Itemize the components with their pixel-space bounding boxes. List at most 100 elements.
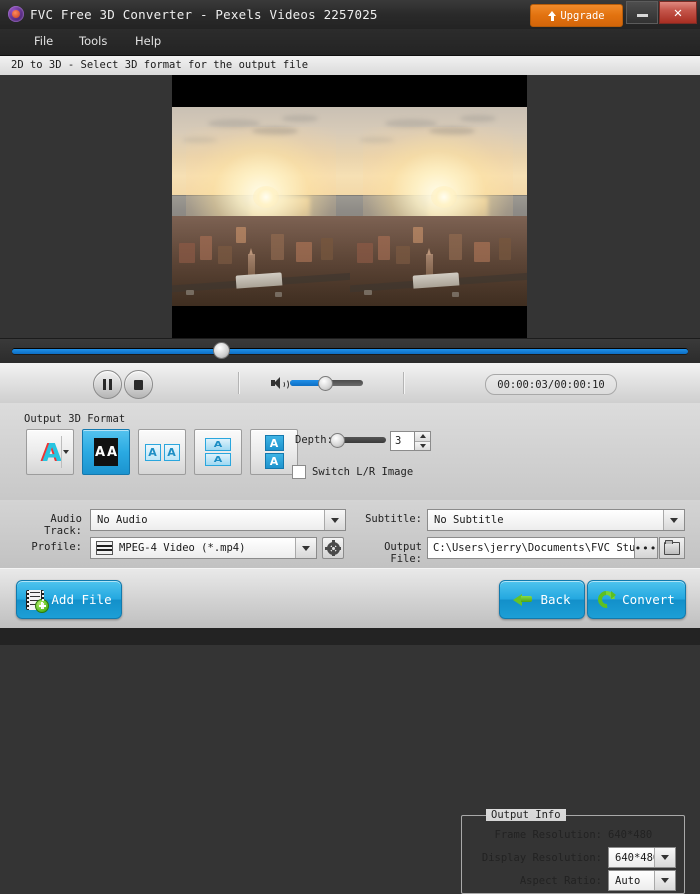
stop-icon xyxy=(134,379,143,390)
back-button[interactable]: Back xyxy=(499,580,585,619)
switch-lr-label: Switch L/R Image xyxy=(312,466,414,478)
volume-thumb[interactable] xyxy=(318,376,333,391)
add-file-label: Add File xyxy=(51,592,112,607)
side-by-side-full-icon: AA xyxy=(94,438,118,466)
browse-button[interactable]: ••• xyxy=(634,537,658,559)
minimize-icon xyxy=(636,14,648,17)
video-stage[interactable] xyxy=(172,75,527,338)
aspect-ratio-select[interactable]: Auto xyxy=(608,870,676,891)
film-strip-icon xyxy=(96,541,113,555)
stop-button[interactable] xyxy=(124,370,153,399)
output-file-value: C:\Users\jerry\Documents\FVC Studio\V xyxy=(433,542,634,554)
aspect-ratio-value: Auto xyxy=(615,874,641,887)
depth-decrement-button[interactable] xyxy=(415,440,430,450)
format-button-top-and-bottom[interactable]: AA xyxy=(250,429,298,475)
format-button-row: A AA AA AA AA xyxy=(26,429,298,475)
side-by-side-half-icon: AA xyxy=(144,443,180,461)
left-eye-frame xyxy=(172,107,350,306)
chevron-down-icon[interactable] xyxy=(63,450,69,454)
convert-label: Convert xyxy=(622,592,675,607)
open-folder-button[interactable] xyxy=(659,537,685,559)
chevron-down-icon[interactable] xyxy=(295,538,316,558)
chevron-down-icon[interactable] xyxy=(324,510,345,530)
profile-select[interactable]: MPEG-4 Video (*.mp4) xyxy=(90,537,317,559)
close-icon: ✕ xyxy=(673,4,683,21)
display-resolution-select[interactable]: 640*480 xyxy=(608,847,676,868)
menu-item-file[interactable]: File xyxy=(30,34,57,51)
seek-slider[interactable] xyxy=(12,348,688,355)
over-under-half-icon: AA xyxy=(205,438,231,466)
switch-lr-checkbox[interactable] xyxy=(292,465,306,479)
seek-fill xyxy=(12,349,688,354)
depth-thumb[interactable] xyxy=(330,433,345,448)
application-window: FVC Free 3D Converter - Pexels Videos 22… xyxy=(0,0,700,894)
profile-settings-button[interactable] xyxy=(322,537,344,559)
speaker-icon[interactable] xyxy=(271,377,289,390)
settings-area: Output 3D Format A AA AA AA A A A Depth:… xyxy=(0,403,700,894)
audio-track-select[interactable]: No Audio xyxy=(90,509,346,531)
window-footer xyxy=(0,628,700,645)
top-and-bottom-icon: AA xyxy=(264,435,284,469)
window-title: FVC Free 3D Converter - Pexels Videos 22… xyxy=(30,7,378,22)
frame-resolution-label: Frame Resolution: xyxy=(494,829,602,841)
chevron-up-icon xyxy=(419,434,426,439)
chevron-down-icon[interactable] xyxy=(654,848,675,867)
hint-bar: 2D to 3D - Select 3D format for the outp… xyxy=(0,56,700,76)
add-file-button[interactable]: Add File xyxy=(16,580,122,619)
close-button[interactable]: ✕ xyxy=(659,1,697,24)
upgrade-label: Upgrade xyxy=(560,9,605,22)
switch-lr-checkbox-row[interactable]: Switch L/R Image xyxy=(292,465,413,479)
output-file-input[interactable]: C:\Users\jerry\Documents\FVC Studio\V xyxy=(427,537,635,559)
convert-button[interactable]: Convert xyxy=(587,580,686,619)
format-button-over-under-half[interactable]: AA xyxy=(194,429,242,475)
depth-stepper xyxy=(414,431,431,451)
up-arrow-icon xyxy=(548,10,557,21)
chevron-down-icon[interactable] xyxy=(663,510,684,530)
side-by-side-frame xyxy=(172,107,527,306)
pause-button[interactable] xyxy=(93,370,122,399)
display-resolution-label: Display Resolution: xyxy=(481,852,602,864)
fvc-logo-icon xyxy=(8,6,24,22)
profile-label: Profile: xyxy=(31,541,82,553)
output-3d-format-label: Output 3D Format xyxy=(24,413,126,425)
upgrade-button[interactable]: Upgrade xyxy=(530,4,623,27)
preview-left-filler xyxy=(0,75,172,338)
menu-item-help[interactable]: Help xyxy=(131,34,165,51)
subtitle-select[interactable]: No Subtitle xyxy=(427,509,685,531)
seek-thumb[interactable] xyxy=(213,342,230,359)
folder-icon xyxy=(664,539,680,555)
output-file-label: Output File: xyxy=(384,541,422,565)
minimize-button[interactable] xyxy=(626,1,658,24)
output-info-group: Output Info Frame Resolution: 640*480 Di… xyxy=(461,809,685,894)
format-button-side-by-side-full[interactable]: AA xyxy=(82,429,130,475)
time-display: 00:00:03/00:00:10 xyxy=(485,374,617,395)
pause-icon xyxy=(103,379,112,390)
menu-bar: File Tools Help xyxy=(0,29,700,56)
gear-icon xyxy=(325,540,341,556)
format-button-anaglyph[interactable]: A xyxy=(26,429,74,475)
player-control-bar: 00:00:03/00:00:10 xyxy=(0,363,700,404)
format-button-side-by-side-half[interactable]: AA xyxy=(138,429,186,475)
control-divider xyxy=(403,372,405,394)
hint-text: 2D to 3D - Select 3D format for the outp… xyxy=(11,59,309,71)
seek-bar-row xyxy=(0,338,700,365)
divider xyxy=(61,436,62,468)
preview-area xyxy=(0,75,700,338)
title-bar: FVC Free 3D Converter - Pexels Videos 22… xyxy=(0,0,700,30)
right-eye-frame xyxy=(349,107,527,306)
chevron-down-icon[interactable] xyxy=(654,871,675,890)
aspect-ratio-label: Aspect Ratio: xyxy=(519,875,602,887)
back-label: Back xyxy=(540,592,571,607)
display-resolution-value: 640*480 xyxy=(615,851,654,864)
depth-label: Depth: xyxy=(295,434,333,446)
depth-increment-button[interactable] xyxy=(415,432,430,441)
audio-track-label: Audio Track: xyxy=(44,513,82,537)
subtitle-value: No Subtitle xyxy=(434,514,504,526)
audio-track-value: No Audio xyxy=(97,514,148,526)
anaglyph-a-icon: A xyxy=(40,440,62,465)
chevron-down-icon xyxy=(419,443,426,448)
file-settings-area: Audio Track: No Audio Profile: MPEG-4 Vi… xyxy=(0,500,700,569)
control-divider xyxy=(238,372,240,394)
refresh-icon xyxy=(598,591,617,608)
menu-item-tools[interactable]: Tools xyxy=(75,34,111,51)
